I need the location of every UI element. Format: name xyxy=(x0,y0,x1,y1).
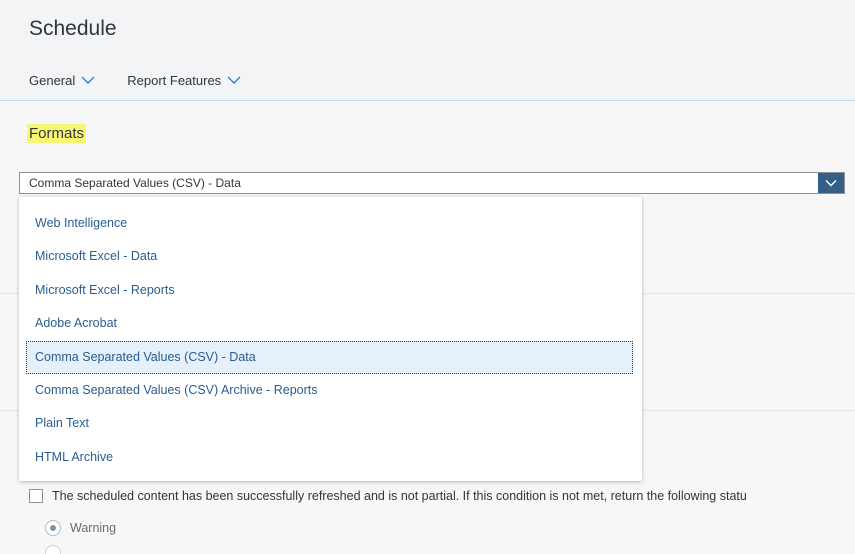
option-excel-data[interactable]: Microsoft Excel - Data xyxy=(19,240,642,273)
radio-warning-row[interactable]: Warning xyxy=(45,520,116,536)
option-csv-archive-reports[interactable]: Comma Separated Values (CSV) Archive - R… xyxy=(19,374,642,407)
option-web-intelligence[interactable]: Web Intelligence xyxy=(19,207,642,240)
condition-checkbox-label: The scheduled content has been successfu… xyxy=(52,489,747,503)
formats-select[interactable]: Comma Separated Values (CSV) - Data xyxy=(19,172,845,194)
option-adobe-acrobat[interactable]: Adobe Acrobat xyxy=(19,307,642,340)
option-excel-reports[interactable]: Microsoft Excel - Reports xyxy=(19,274,642,307)
tab-general[interactable]: General xyxy=(29,73,95,88)
radio-option[interactable] xyxy=(45,545,61,554)
tab-general-label: General xyxy=(29,73,76,88)
select-dropdown-button[interactable] xyxy=(818,173,844,193)
page-title: Schedule xyxy=(29,17,117,40)
tab-bar: General Report Features xyxy=(29,73,241,88)
option-plain-text[interactable]: Plain Text xyxy=(19,407,642,440)
page-header: Schedule General Report Features xyxy=(0,0,855,101)
formats-select-value: Comma Separated Values (CSV) - Data xyxy=(29,176,241,190)
radio-selected-dot xyxy=(50,525,56,531)
formats-dropdown-list: Web Intelligence Microsoft Excel - Data … xyxy=(19,197,642,481)
condition-checkbox[interactable] xyxy=(29,489,43,503)
radio-warning-label: Warning xyxy=(70,521,117,535)
chevron-down-icon xyxy=(227,76,241,84)
option-csv-data[interactable]: Comma Separated Values (CSV) - Data xyxy=(26,340,633,374)
chevron-down-icon xyxy=(825,180,837,187)
section-title-formats: Formats xyxy=(27,124,87,143)
radio-warning[interactable] xyxy=(45,520,61,536)
chevron-down-icon xyxy=(81,76,95,84)
tab-report-features[interactable]: Report Features xyxy=(127,73,241,88)
option-html-archive[interactable]: HTML Archive xyxy=(19,441,642,474)
condition-checkbox-row[interactable]: The scheduled content has been successfu… xyxy=(29,489,747,503)
tab-report-features-label: Report Features xyxy=(127,73,222,88)
